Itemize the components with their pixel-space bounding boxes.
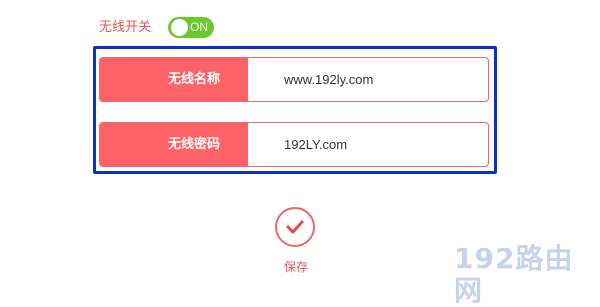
save-label[interactable]: 保存	[283, 259, 309, 275]
toggle-state-text: ON	[190, 20, 208, 34]
wireless-switch-label: 无线开关	[99, 20, 152, 35]
ssid-row: 无线名称 www.192ly.com	[99, 57, 489, 102]
check-icon	[286, 220, 304, 234]
watermark: 192路由网	[454, 242, 574, 307]
password-input[interactable]: 192LY.com	[248, 123, 488, 166]
wireless-switch-toggle[interactable]: ON	[168, 17, 214, 38]
password-row: 无线密码 192LY.com	[99, 122, 489, 167]
toggle-knob	[171, 19, 188, 36]
ssid-input[interactable]: www.192ly.com	[248, 58, 488, 101]
save-button[interactable]	[275, 207, 315, 247]
password-label: 无线密码	[100, 123, 248, 166]
ssid-label: 无线名称	[100, 58, 248, 101]
